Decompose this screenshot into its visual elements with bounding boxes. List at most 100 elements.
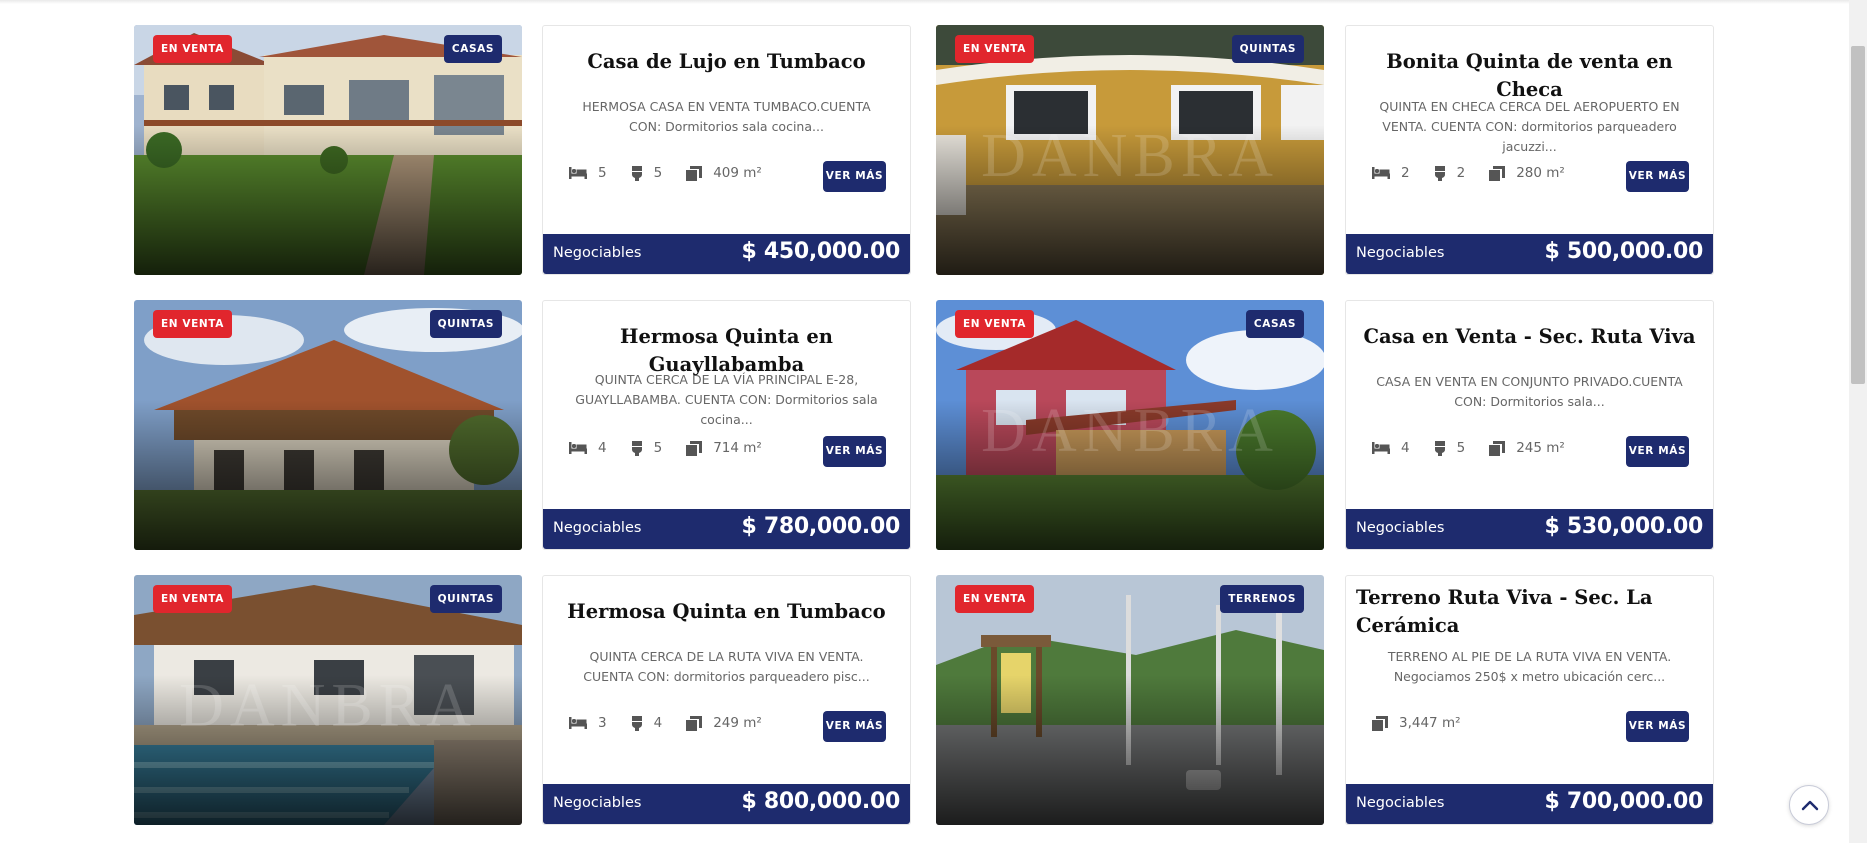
photo-watermark: DANBRA [981, 122, 1279, 190]
bedrooms-feature: 3 [569, 715, 607, 731]
photo-gradient [134, 400, 522, 550]
price-footer: Negociables $ 530,000.00 [1346, 509, 1713, 549]
status-badge: EN VENTA [153, 310, 232, 338]
listing-card: Casa en Venta - Sec. Ruta Viva CASA EN V… [1345, 300, 1714, 550]
listing-title[interactable]: Terreno Ruta Viva - Sec. La Cerámica [1356, 584, 1703, 640]
area-feature: 3,447 m² [1372, 715, 1461, 731]
negotiable-label: Negociables [1356, 245, 1445, 261]
scrollbar-thumb[interactable] [1851, 46, 1865, 384]
negotiable-label: Negociables [553, 520, 642, 536]
listing-card: Casa de Lujo en Tumbaco HERMOSA CASA EN … [542, 25, 911, 275]
ver-mas-button[interactable]: VER MÁS [823, 161, 886, 192]
area-feature: 249 m² [686, 715, 762, 731]
listing-features: 5 5 409 m² [569, 163, 786, 183]
area-value: 3,447 m² [1399, 715, 1461, 731]
negotiable-label: Negociables [553, 795, 642, 811]
negotiable-label: Negociables [1356, 520, 1445, 536]
listing-title[interactable]: Bonita Quinta de venta en Checa [1356, 48, 1703, 104]
bed-icon [569, 442, 587, 454]
bathrooms-count: 2 [1456, 165, 1466, 181]
photo-gradient [134, 125, 522, 275]
status-badge: EN VENTA [955, 35, 1034, 63]
negotiable-label: Negociables [553, 245, 642, 261]
status-badge: EN VENTA [955, 310, 1034, 338]
listing-photo[interactable]: EN VENTA CASAS [134, 25, 522, 275]
bathrooms-count: 5 [1456, 440, 1466, 456]
listing-card: Hermosa Quinta en Guayllabamba QUINTA CE… [542, 300, 911, 550]
listing-features: 4 5 245 m² [1372, 438, 1589, 458]
area-icon [686, 715, 703, 731]
bedrooms-count: 5 [598, 165, 607, 181]
listing-photo[interactable]: DANBRA EN VENTA QUINTAS [936, 25, 1324, 275]
area-icon [686, 165, 703, 181]
area-icon [1489, 440, 1506, 456]
scroll-to-top-button[interactable] [1789, 785, 1829, 825]
bathrooms-count: 5 [653, 440, 663, 456]
listing-photo[interactable]: EN VENTA QUINTAS [134, 300, 522, 550]
listing-features: 3,447 m² [1372, 713, 1485, 733]
price-footer: Negociables $ 450,000.00 [543, 234, 910, 274]
type-badge: CASAS [443, 35, 502, 63]
bed-icon [1372, 442, 1390, 454]
bedrooms-feature: 4 [1372, 440, 1410, 456]
bathrooms-count: 4 [653, 715, 663, 731]
listing-features: 4 5 714 m² [569, 438, 786, 458]
price-footer: Negociables $ 800,000.00 [543, 784, 910, 824]
ver-mas-button[interactable]: VER MÁS [1626, 161, 1689, 192]
listing-photo[interactable]: DANBRA EN VENTA QUINTAS [134, 575, 522, 825]
listing-card: Hermosa Quinta en Tumbaco QUINTA CERCA D… [542, 575, 911, 825]
photo-gradient [936, 675, 1324, 825]
price-footer: Negociables $ 700,000.00 [1346, 784, 1713, 824]
listing-description: TERRENO AL PIE DE LA RUTA VIVA EN VENTA.… [1387, 649, 1672, 684]
price-value: $ 780,000.00 [741, 514, 900, 539]
chevron-up-icon [1801, 800, 1819, 811]
bathrooms-feature: 2 [1434, 165, 1466, 181]
page-scrollbar[interactable] [1849, 0, 1867, 843]
toilet-icon [631, 165, 642, 181]
listing-card: Bonita Quinta de venta en Checa QUINTA E… [1345, 25, 1714, 275]
bathrooms-feature: 5 [1434, 440, 1466, 456]
photo-watermark: DANBRA [981, 397, 1279, 465]
ver-mas-button[interactable]: VER MÁS [1626, 436, 1689, 467]
bed-icon [1372, 167, 1390, 179]
listings-row: EN VENTA QUINTAS Hermosa Quinta en Guayl… [134, 300, 1714, 550]
type-badge: QUINTAS [429, 310, 502, 338]
price-footer: Negociables $ 500,000.00 [1346, 234, 1713, 274]
listing-title[interactable]: Hermosa Quinta en Tumbaco [553, 598, 900, 626]
bathrooms-feature: 5 [631, 165, 663, 181]
photo-watermark: DANBRA [179, 672, 477, 740]
listing-description: QUINTA EN CHECA CERCA DEL AEROPUERTO EN … [1379, 99, 1680, 154]
negotiable-label: Negociables [1356, 795, 1445, 811]
ver-mas-button[interactable]: VER MÁS [823, 436, 886, 467]
area-icon [1489, 165, 1506, 181]
price-value: $ 800,000.00 [741, 789, 900, 814]
type-badge: CASAS [1245, 310, 1304, 338]
area-value: 245 m² [1516, 440, 1565, 456]
status-badge: EN VENTA [153, 35, 232, 63]
ver-mas-button[interactable]: VER MÁS [823, 711, 886, 742]
listing-description: QUINTA CERCA DE LA RUTA VIVA EN VENTA. C… [583, 649, 870, 684]
bathrooms-count: 5 [653, 165, 663, 181]
area-feature: 280 m² [1489, 165, 1565, 181]
header-shadow [0, 0, 1849, 4]
status-badge: EN VENTA [153, 585, 232, 613]
area-feature: 409 m² [686, 165, 762, 181]
ver-mas-button[interactable]: VER MÁS [1626, 711, 1689, 742]
listing-features: 2 2 280 m² [1372, 163, 1589, 183]
listing-photo[interactable]: DANBRA EN VENTA CASAS [936, 300, 1324, 550]
bathrooms-feature: 4 [631, 715, 663, 731]
bed-icon [569, 717, 587, 729]
listing-description: CASA EN VENTA EN CONJUNTO PRIVADO.CUENTA… [1376, 374, 1683, 409]
type-badge: TERRENOS [1220, 585, 1304, 613]
listing-title[interactable]: Casa de Lujo en Tumbaco [553, 48, 900, 76]
area-value: 280 m² [1516, 165, 1565, 181]
area-icon [1372, 715, 1388, 731]
type-badge: QUINTAS [1231, 35, 1304, 63]
listing-description: HERMOSA CASA EN VENTA TUMBACO.CUENTA CON… [582, 99, 871, 134]
listing-photo[interactable]: EN VENTA TERRENOS [936, 575, 1324, 825]
area-feature: 714 m² [686, 440, 762, 456]
listing-title[interactable]: Casa en Venta - Sec. Ruta Viva [1356, 323, 1703, 351]
listing-card: Terreno Ruta Viva - Sec. La Cerámica TER… [1345, 575, 1714, 825]
area-value: 409 m² [713, 165, 762, 181]
toilet-icon [1434, 165, 1445, 181]
